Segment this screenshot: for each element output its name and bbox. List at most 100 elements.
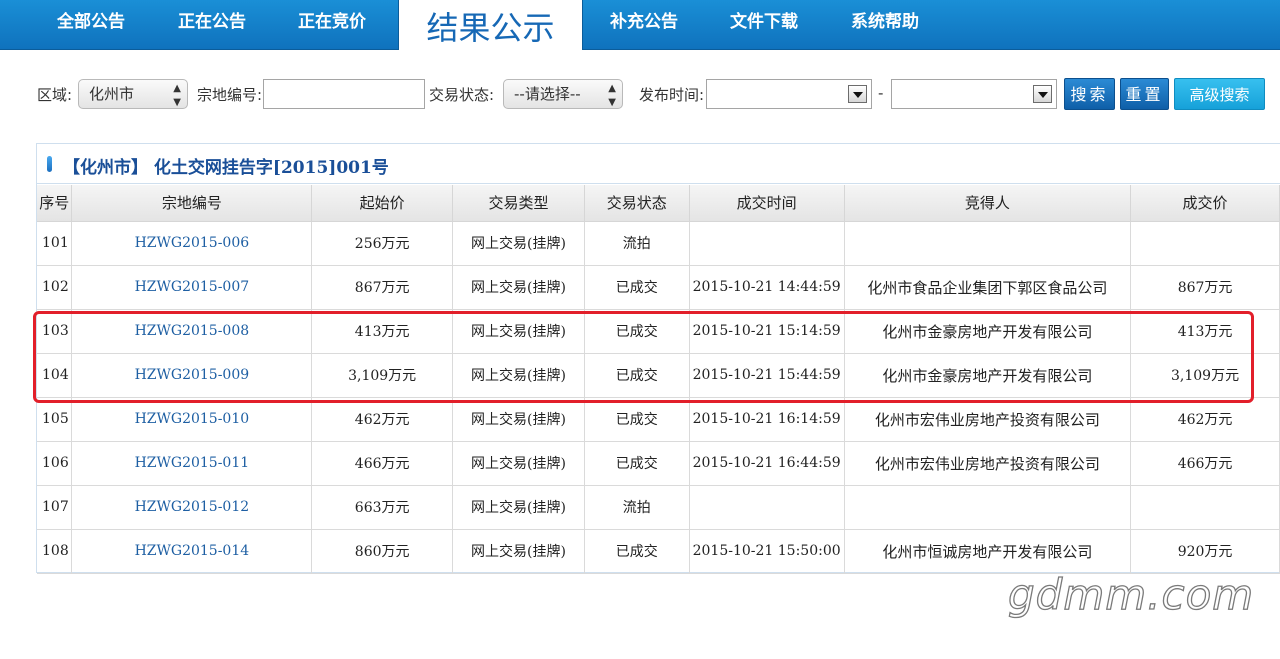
nav-all-announcements[interactable]: 全部公告 — [57, 0, 125, 44]
deal-time — [689, 221, 845, 266]
start-price: 860万元 — [311, 529, 454, 574]
table-row: 101 HZWG2015-006 256万元 网上交易(挂牌) 流拍 — [37, 221, 1280, 266]
winning-bidder: 化州市金豪房地产开发有限公司 — [844, 353, 1132, 398]
region-value: 化州市 — [89, 85, 135, 103]
trade-status: 流拍 — [584, 221, 690, 266]
table-row: 104 HZWG2015-009 3,109万元 网上交易(挂牌) 已成交 2015-10… — [37, 353, 1280, 398]
winning-bidder: 化州市宏伟业房地产投资有限公司 — [844, 441, 1132, 486]
parcel-link[interactable]: HZWG2015-007 — [71, 265, 313, 310]
col-header-deal-price: 成交价 — [1130, 185, 1280, 222]
parcel-label: 宗地编号: — [197, 86, 263, 104]
trade-status: 已成交 — [584, 309, 690, 354]
nav-help[interactable]: 系统帮助 — [851, 0, 919, 44]
dropdown-arrow-icon[interactable] — [1033, 85, 1052, 103]
start-price: 867万元 — [311, 265, 454, 310]
date-label: 发布时间: — [639, 86, 705, 104]
col-header-parcel: 宗地编号 — [71, 185, 313, 222]
col-header-start-price: 起始价 — [311, 185, 454, 222]
deal-time — [689, 485, 845, 530]
status-label: 交易状态: — [429, 86, 495, 104]
row-index: 108 — [37, 529, 73, 574]
nav-results-tab[interactable]: 结果公示 — [398, 0, 583, 50]
row-index: 102 — [37, 265, 73, 310]
search-button[interactable]: 搜索 — [1064, 78, 1115, 110]
watermark: gdmm.com — [1007, 569, 1255, 619]
results-table: 序号 宗地编号 起始价 交易类型 交易状态 成交时间 竞得人 成交价 101 HZ… — [37, 185, 1280, 574]
row-index: 103 — [37, 309, 73, 354]
deal-time: 2015-10-21 15:14:59 — [689, 309, 845, 354]
deal-price: 462万元 — [1130, 397, 1280, 442]
deal-time: 2015-10-21 15:44:59 — [689, 353, 845, 398]
top-nav: 全部公告 正在公告 正在竞价 结果公示 补充公告 文件下载 系统帮助 — [0, 0, 1280, 50]
reset-button[interactable]: 重置 — [1120, 78, 1169, 110]
status-value: --请选择-- — [514, 85, 581, 103]
trade-type: 网上交易(挂牌) — [452, 265, 585, 310]
trade-status: 流拍 — [584, 485, 690, 530]
parcel-link[interactable]: HZWG2015-014 — [71, 529, 313, 574]
col-header-index: 序号 — [37, 185, 73, 222]
table-body: 101 HZWG2015-006 256万元 网上交易(挂牌) 流拍 102 HZWG201… — [37, 221, 1280, 574]
parcel-link[interactable]: HZWG2015-006 — [71, 221, 313, 266]
row-index: 105 — [37, 397, 73, 442]
advanced-search-button[interactable]: 高级搜索 — [1174, 78, 1265, 110]
deal-price — [1130, 221, 1280, 266]
deal-price — [1130, 485, 1280, 530]
deal-price: 466万元 — [1130, 441, 1280, 486]
winning-bidder: 化州市宏伟业房地产投资有限公司 — [844, 397, 1132, 442]
parcel-link[interactable]: HZWG2015-010 — [71, 397, 313, 442]
trade-type: 网上交易(挂牌) — [452, 353, 585, 398]
trade-type: 网上交易(挂牌) — [452, 441, 585, 486]
deal-time: 2015-10-21 16:14:59 — [689, 397, 845, 442]
parcel-link[interactable]: HZWG2015-008 — [71, 309, 313, 354]
col-header-type: 交易类型 — [452, 185, 585, 222]
select-arrows-icon: ▲ ▼ — [608, 83, 616, 108]
date-end-picker[interactable] — [891, 79, 1057, 109]
deal-time: 2015-10-21 14:44:59 — [689, 265, 845, 310]
start-price: 462万元 — [311, 397, 454, 442]
row-index: 106 — [37, 441, 73, 486]
table-row: 106 HZWG2015-011 466万元 网上交易(挂牌) 已成交 2015-10-2… — [37, 441, 1280, 486]
results-panel: 【化州市】 化土交网挂告字[2015]001号 序号 宗地编号 起始价 交易类型… — [36, 143, 1280, 574]
start-price: 3,109万元 — [311, 353, 454, 398]
deal-time: 2015-10-21 15:50:00 — [689, 529, 845, 574]
trade-status: 已成交 — [584, 265, 690, 310]
deal-price: 3,109万元 — [1130, 353, 1280, 398]
parcel-link[interactable]: HZWG2015-011 — [71, 441, 313, 486]
deal-price: 920万元 — [1130, 529, 1280, 574]
panel-title: 【化州市】 化土交网挂告字[2015]001号 — [63, 158, 389, 178]
trade-status: 已成交 — [584, 397, 690, 442]
winning-bidder: 化州市恒诚房地产开发有限公司 — [844, 529, 1132, 574]
trade-type: 网上交易(挂牌) — [452, 529, 585, 574]
deal-time: 2015-10-21 16:44:59 — [689, 441, 845, 486]
status-select[interactable]: --请选择-- ▲ ▼ — [503, 79, 623, 109]
winning-bidder — [844, 221, 1132, 266]
panel-header: 【化州市】 化土交网挂告字[2015]001号 — [37, 144, 1280, 184]
date-separator: - — [878, 84, 884, 102]
nav-ongoing-bidding[interactable]: 正在竞价 — [298, 0, 366, 44]
winning-bidder — [844, 485, 1132, 530]
parcel-link[interactable]: HZWG2015-009 — [71, 353, 313, 398]
nav-downloads[interactable]: 文件下载 — [730, 0, 798, 44]
deal-price: 413万元 — [1130, 309, 1280, 354]
trade-status: 已成交 — [584, 353, 690, 398]
trade-type: 网上交易(挂牌) — [452, 309, 585, 354]
nav-ongoing-announcements[interactable]: 正在公告 — [178, 0, 246, 44]
trade-status: 已成交 — [584, 529, 690, 574]
row-index: 104 — [37, 353, 73, 398]
start-price: 466万元 — [311, 441, 454, 486]
title-marker-icon — [47, 156, 52, 172]
table-header-row: 序号 宗地编号 起始价 交易类型 交易状态 成交时间 竞得人 成交价 — [37, 185, 1280, 222]
date-start-picker[interactable] — [706, 79, 872, 109]
col-header-deal-time: 成交时间 — [689, 185, 845, 222]
parcel-link[interactable]: HZWG2015-012 — [71, 485, 313, 530]
parcel-input[interactable] — [263, 79, 425, 109]
region-select[interactable]: 化州市 ▲ ▼ — [78, 79, 188, 109]
trade-status: 已成交 — [584, 441, 690, 486]
winning-bidder: 化州市金豪房地产开发有限公司 — [844, 309, 1132, 354]
dropdown-arrow-icon[interactable] — [848, 85, 867, 103]
trade-type: 网上交易(挂牌) — [452, 221, 585, 266]
start-price: 663万元 — [311, 485, 454, 530]
table-row: 103 HZWG2015-008 413万元 网上交易(挂牌) 已成交 2015-10-2… — [37, 309, 1280, 354]
nav-supplementary[interactable]: 补充公告 — [610, 0, 678, 44]
col-header-bidder: 竞得人 — [844, 185, 1132, 222]
